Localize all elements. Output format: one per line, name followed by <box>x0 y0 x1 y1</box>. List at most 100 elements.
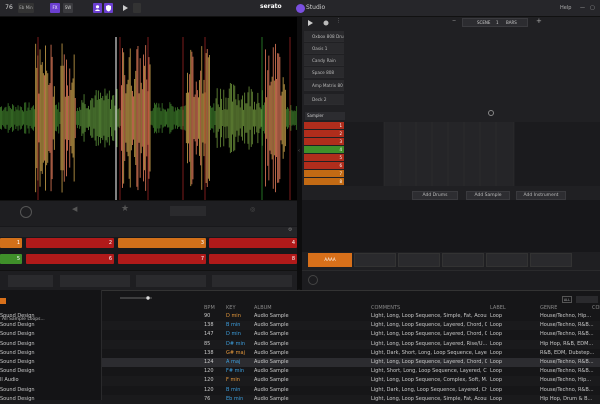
jog-icon[interactable] <box>20 206 32 218</box>
pattern-slot-4[interactable] <box>442 253 484 267</box>
instrument-menu-item[interactable]: Space 808 <box>304 67 344 78</box>
add-sample-button[interactable]: Add Sample <box>466 191 510 200</box>
scene-prev-icon[interactable]: − <box>452 18 458 26</box>
library-row[interactable]: ll Audio 120 F min Audio Sample Light, Long,… <box>0 376 600 386</box>
add-instrument-button[interactable]: Add Instrument <box>516 191 566 200</box>
view-toggle[interactable]: ALL <box>562 296 572 303</box>
sampler-row[interactable]: Sampler <box>305 112 345 120</box>
instrument-menu-item[interactable]: Amp Matrix 80 Sy... <box>304 80 344 91</box>
track-row[interactable]: 1 <box>304 122 344 129</box>
pattern-slot-6[interactable] <box>530 253 572 267</box>
instrument-menu-item[interactable]: Oxbox 808 Drum Kit <box>304 31 344 42</box>
deck-footer-slot-4[interactable] <box>212 275 292 287</box>
key-display[interactable]: Eb Min <box>18 3 34 13</box>
deck-footer-slot-1[interactable] <box>8 275 53 287</box>
pattern-a-slot[interactable]: AAAA <box>308 253 352 267</box>
deck-footer-slot-2[interactable] <box>60 275 130 287</box>
pad-3[interactable]: 3 <box>118 238 206 248</box>
pattern-slot-5[interactable] <box>486 253 528 267</box>
pad-7[interactable]: 7 <box>118 254 206 264</box>
window-icon[interactable]: ▢ <box>590 5 595 11</box>
pad-4[interactable]: 4 <box>209 238 297 248</box>
pad-6[interactable]: 6 <box>26 254 114 264</box>
loop-button[interactable] <box>170 206 206 216</box>
rewind-icon[interactable]: ◀ <box>72 205 77 213</box>
waveform-display[interactable] <box>0 37 297 200</box>
track-row[interactable]: 3 <box>304 138 344 145</box>
library-row[interactable]: Sound Design 124 A maj Audio Sample Light, L… <box>0 358 600 368</box>
track-label: Loop <box>490 359 502 365</box>
minimize-icon[interactable]: — <box>580 5 585 11</box>
track-comments: Light, Long, Loop Sequence, Complex, Sof… <box>371 377 487 384</box>
track-genre: Hip Hop, Drum & B... <box>540 395 593 402</box>
sequencer-grid[interactable] <box>344 122 600 186</box>
bars-label: BARS <box>506 20 517 25</box>
track-row[interactable]: 8 <box>304 178 344 185</box>
help-menu[interactable]: Help <box>560 5 571 11</box>
pad-8[interactable]: 8 <box>209 254 297 264</box>
track-key: A maj <box>226 359 241 365</box>
add-drums-button[interactable]: Add Drums <box>412 191 458 200</box>
track-number: 8 <box>339 179 342 184</box>
track-album: Audio Sample <box>254 331 289 338</box>
fx-button[interactable]: FX <box>50 3 60 13</box>
track-title: Sound Design <box>0 395 35 402</box>
pad-5[interactable]: 5 <box>0 254 22 264</box>
library-row[interactable]: Sound Design 120 B min Audio Sample Light, D… <box>0 386 600 395</box>
track-row[interactable]: 2 <box>304 130 344 137</box>
star-icon[interactable]: ★ <box>121 204 129 214</box>
track-number: 1 <box>339 123 342 128</box>
library-row[interactable]: Sound Design 85 D# min Audio Sample Light, L… <box>0 339 600 349</box>
instrument-menu-item[interactable]: Deck 2 <box>304 94 344 105</box>
play-icon[interactable] <box>305 19 315 27</box>
track-key: F# min <box>226 368 245 375</box>
library-row[interactable]: Sound Design 138 G# maj Audio Sample Light, … <box>0 349 600 358</box>
pad-2[interactable]: 2 <box>26 238 114 248</box>
pattern-knob-icon[interactable] <box>308 275 318 285</box>
shield-icon[interactable] <box>104 3 113 13</box>
track-bpm: 85 <box>204 340 211 347</box>
pad-1[interactable]: 1 <box>0 238 22 248</box>
more-menu-icon[interactable]: ⋮ <box>336 18 341 24</box>
add-scene-icon[interactable]: + <box>536 17 542 25</box>
track-row[interactable]: 4 <box>304 146 344 153</box>
scene-selector[interactable]: SCENE 1 BARS <box>462 18 528 27</box>
track-genre: House/Techno, Hip... <box>540 313 592 319</box>
track-title: Sound Design <box>0 386 35 393</box>
track-key: G# maj <box>226 349 245 356</box>
track-title: ll Audio <box>0 377 19 384</box>
bpm-display[interactable]: 76 <box>3 3 15 13</box>
pattern-controls <box>302 270 600 290</box>
library-row[interactable]: Sound Design 147 D min Audio Sample Light, L… <box>0 330 600 339</box>
track-row[interactable]: 6 <box>304 162 344 169</box>
record-button[interactable] <box>133 3 141 13</box>
settings-icon[interactable]: ⚙ <box>288 227 292 233</box>
track-label: Loop <box>490 349 502 356</box>
record-icon[interactable] <box>322 19 330 27</box>
library-row[interactable]: Sound Design 90 D min Audio Sample Light, Lo… <box>0 312 600 321</box>
sw-button[interactable]: SW <box>63 3 73 13</box>
library-row[interactable]: Sound Design 120 F# min Audio Sample Light, … <box>0 367 600 376</box>
tempo-icon[interactable]: ◎ <box>250 206 255 213</box>
track-genre: House/Techno, R&B... <box>540 322 594 329</box>
collapse-left-icon[interactable]: ‹ <box>298 148 300 154</box>
track-bpm: 76 <box>204 395 211 402</box>
volume-knob-icon[interactable] <box>488 110 494 116</box>
pattern-slot-3[interactable] <box>398 253 440 267</box>
library-row[interactable]: Sound Design 138 B min Audio Sample Light, L… <box>0 321 600 331</box>
library-search-input[interactable] <box>576 296 598 303</box>
add-instrument-label: Add Instrument <box>523 193 559 198</box>
pattern-slot-2[interactable] <box>354 253 396 267</box>
track-number: 2 <box>339 131 342 136</box>
track-comments: Light, Long, Loop Sequence, Simple, Fat,… <box>371 313 487 319</box>
play-button[interactable] <box>120 3 130 13</box>
instrument-menu-item[interactable]: Oasis 1 <box>304 43 344 54</box>
track-row[interactable]: 5 <box>304 154 344 161</box>
instrument-menu-item[interactable]: Candy Rain <box>304 55 344 66</box>
track-row[interactable]: 7 <box>304 170 344 177</box>
deck-footer-slot-3[interactable] <box>136 275 206 287</box>
track-title: Sound Design <box>0 340 35 347</box>
zoom-slider[interactable] <box>120 296 160 300</box>
library-row[interactable]: Sound Design 76 Eb min Audio Sample Light, L… <box>0 394 600 404</box>
user-icon[interactable] <box>93 3 102 13</box>
